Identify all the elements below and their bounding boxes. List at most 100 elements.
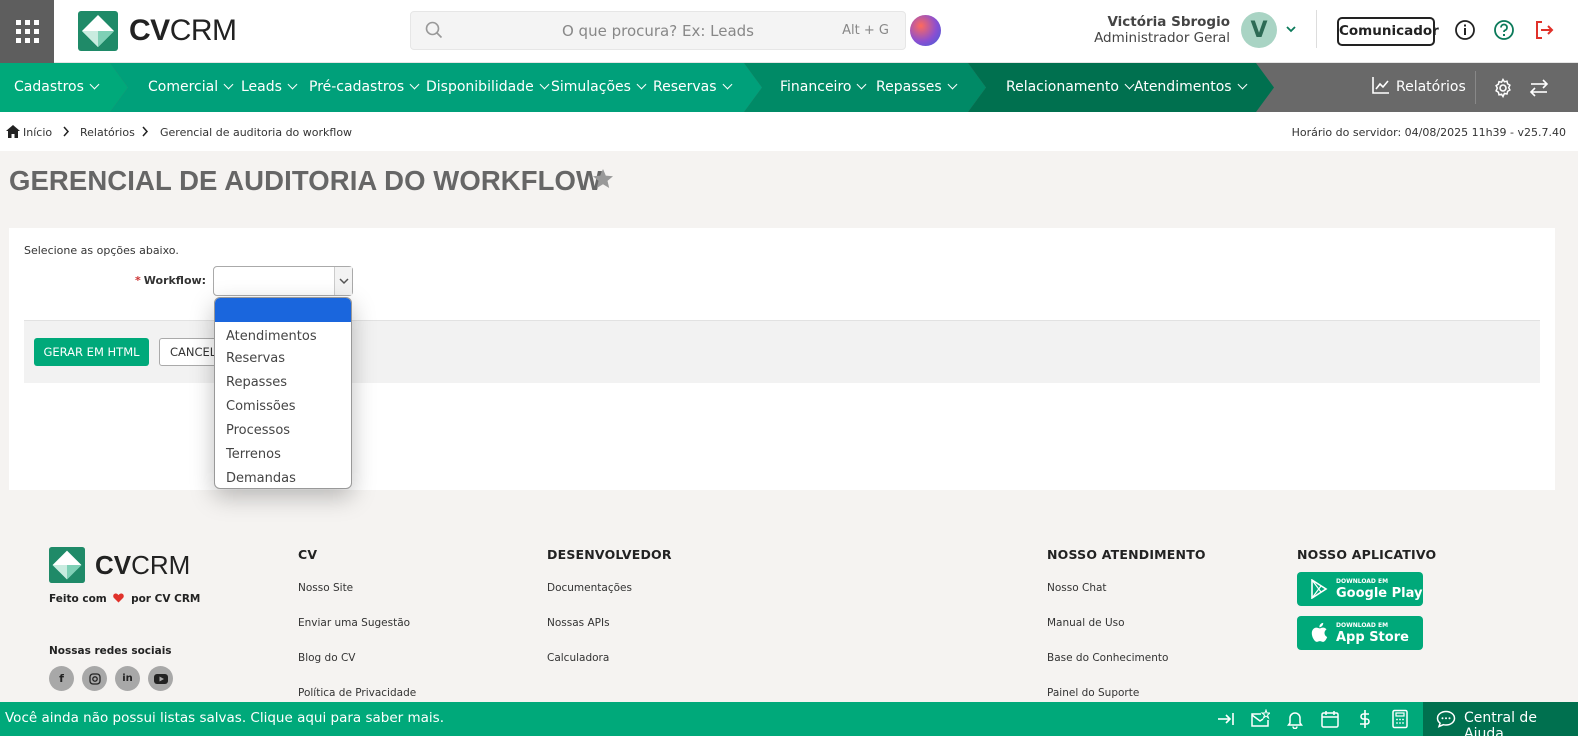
help-center-button[interactable]: Central de Ajuda <box>1423 702 1578 736</box>
nav-item-disponibilidade[interactable]: Disponibilidade <box>426 63 550 112</box>
facebook-icon[interactable]: f <box>49 666 74 691</box>
footer-column-title: NOSSO ATENDIMENTO <box>1047 547 1206 562</box>
communicator-button[interactable]: Comunicador <box>1337 17 1439 46</box>
dropdown-option[interactable]: Reservas <box>215 347 351 371</box>
nav-item-pre-cadastros[interactable]: Pré-cadastros <box>309 63 420 112</box>
switch-arrows-icon[interactable] <box>1529 78 1549 98</box>
global-search-input[interactable]: O que procura? Ex: Leads Alt + G <box>410 11 906 50</box>
dropdown-option[interactable]: Demandas <box>215 467 351 488</box>
favorite-star-icon[interactable] <box>592 168 614 190</box>
chevron-down-icon <box>636 79 647 90</box>
dropdown-option[interactable]: Atendimentos <box>215 322 351 347</box>
made-with-text: Feito com por CV CRM <box>49 593 200 605</box>
calculator-icon[interactable] <box>1390 709 1410 729</box>
nav-item-label: Repasses <box>876 79 942 95</box>
chart-line-icon <box>1372 77 1389 94</box>
nav-item-label: Relatórios <box>1396 79 1466 95</box>
apps-menu-button[interactable] <box>0 0 54 63</box>
google-play-button[interactable]: DOWNLOAD EM Google Play <box>1297 572 1423 606</box>
footer-link[interactable]: Nossas APIs <box>547 617 672 652</box>
breadcrumb-home[interactable]: Início <box>23 126 52 139</box>
help-center-label: Central de Ajuda <box>1464 710 1537 736</box>
info-icon[interactable] <box>1454 19 1476 41</box>
chevron-down-icon <box>857 79 867 90</box>
nav-item-financeiro[interactable]: Financeiro <box>780 63 867 112</box>
divider <box>1475 71 1476 104</box>
workflow-dropdown-list: Atendimentos Reservas Repasses Comissões… <box>214 297 352 489</box>
nav-item-comercial[interactable]: Comercial <box>148 63 234 112</box>
footer-link[interactable]: Manual de Uso <box>1047 617 1206 652</box>
cvcrm-logo-mark-icon <box>49 547 85 583</box>
nav-item-label: Simulações <box>551 79 631 95</box>
cvcrm-logo[interactable]: CVCRM <box>78 11 237 51</box>
breadcrumb-reports[interactable]: Relatórios <box>80 126 135 139</box>
nav-item-simulacoes[interactable]: Simulações <box>551 63 647 112</box>
nav-item-relatorios[interactable]: Relatórios <box>1372 63 1466 112</box>
calendar-icon[interactable] <box>1320 709 1340 729</box>
chevron-down-icon[interactable] <box>1285 23 1297 35</box>
search-placeholder: O que procura? Ex: Leads <box>561 22 754 40</box>
footer-column-cv: CV Nosso Site Enviar uma Sugestão Blog d… <box>298 547 416 722</box>
form-intro: Selecione as opções abaixo. <box>24 244 179 257</box>
saved-lists-message[interactable]: Você ainda não possui listas salvas. Cli… <box>5 710 444 726</box>
avatar[interactable]: V <box>1241 12 1277 48</box>
generate-html-button[interactable]: GERAR EM HTML <box>34 338 149 366</box>
nav-item-repasses[interactable]: Repasses <box>876 63 958 112</box>
dropdown-option[interactable]: Terrenos <box>215 443 351 467</box>
nav-item-leads[interactable]: Leads <box>241 63 298 112</box>
workflow-select[interactable] <box>213 266 353 296</box>
footer-link[interactable]: Enviar uma Sugestão <box>298 617 416 652</box>
nav-item-label: Atendimentos <box>1134 79 1232 95</box>
gear-icon[interactable] <box>1493 78 1513 98</box>
chevron-right-icon <box>63 126 70 137</box>
dropdown-option[interactable]: Repasses <box>215 371 351 395</box>
search-shortcut: Alt + G <box>842 23 889 38</box>
nav-item-relacionamento[interactable]: Relacionamento <box>1006 63 1135 112</box>
mail-star-icon[interactable] <box>1250 709 1270 729</box>
user-info[interactable]: Victória Sbrogio Administrador Geral <box>1094 14 1230 46</box>
dropdown-option[interactable]: Processos <box>215 419 351 443</box>
top-header: CVCRM O que procura? Ex: Leads Alt + G V… <box>0 0 1578 63</box>
chevron-down-icon <box>223 79 234 90</box>
footer-link[interactable]: Blog do CV <box>298 652 416 687</box>
bell-icon[interactable] <box>1285 709 1305 729</box>
instagram-icon[interactable] <box>82 666 107 691</box>
chevron-right-icon <box>142 126 149 137</box>
dropdown-option[interactable]: Comissões <box>215 395 351 419</box>
footer-column-title: NOSSO APLICATIVO <box>1297 547 1437 562</box>
chevron-down-icon <box>339 278 349 285</box>
logo-text-bold: CV <box>129 14 170 47</box>
linkedin-icon[interactable]: in <box>115 666 140 691</box>
nav-item-label: Relacionamento <box>1006 79 1119 95</box>
footer-link[interactable]: Documentações <box>547 582 672 617</box>
ai-assistant-orb-icon[interactable] <box>910 15 941 46</box>
chevron-down-icon <box>409 79 420 90</box>
footer-link[interactable]: Calculadora <box>547 652 672 687</box>
required-mark: * <box>135 274 141 287</box>
logout-icon[interactable] <box>1533 19 1555 41</box>
chevron-down-icon <box>1124 79 1135 90</box>
social-title: Nossas redes sociais <box>49 645 172 657</box>
collapse-right-icon[interactable] <box>1216 709 1236 729</box>
breadcrumb-current: Gerencial de auditoria do workflow <box>160 126 353 139</box>
footer-link[interactable]: Nosso Site <box>298 582 416 617</box>
page-title: GERENCIAL DE AUDITORIA DO WORKFLOW <box>9 165 603 196</box>
help-icon[interactable] <box>1493 19 1515 41</box>
home-icon[interactable] <box>6 125 20 138</box>
dollar-icon[interactable] <box>1355 709 1375 729</box>
nav-item-atendimentos[interactable]: Atendimentos <box>1134 63 1248 112</box>
youtube-icon[interactable] <box>148 666 173 691</box>
footer-logo[interactable]: CVCRM <box>49 547 190 583</box>
footer-link[interactable]: Nosso Chat <box>1047 582 1206 617</box>
workflow-label: * Workflow: <box>135 274 206 287</box>
logo-text-light: CRM <box>169 14 237 47</box>
dropdown-option-empty[interactable] <box>215 298 351 322</box>
made-with: Feito com <box>49 593 107 605</box>
nav-item-cadastros[interactable]: Cadastros <box>14 63 100 112</box>
store-big-text: App Store <box>1336 630 1409 645</box>
server-time: Horário do servidor: 04/08/2025 11h39 - … <box>1291 126 1566 139</box>
app-store-button[interactable]: DOWNLOAD EM App Store <box>1297 616 1423 650</box>
logo-text-bold: CV <box>95 549 132 580</box>
footer-link[interactable]: Base do Conhecimento <box>1047 652 1206 687</box>
nav-item-reservas[interactable]: Reservas <box>653 63 732 112</box>
